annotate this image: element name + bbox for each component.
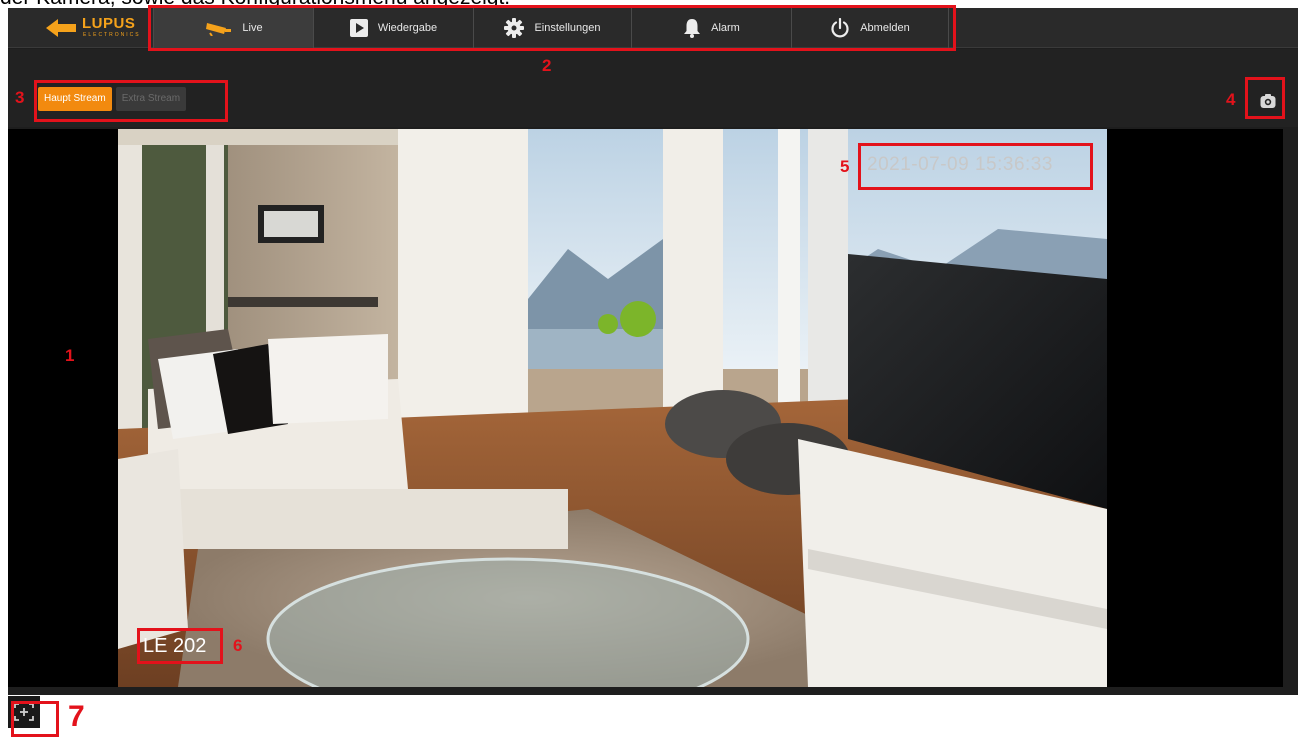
top-navigation-bar: LUPUS ELECTRONICS Live Wiedergabe Einste… <box>8 8 1298 48</box>
bell-icon <box>683 18 701 38</box>
live-view-area[interactable] <box>8 129 1283 687</box>
stream-toolbar: Haupt Stream Extra Stream <box>8 49 1298 127</box>
live-video-feed[interactable] <box>118 129 1107 687</box>
video-timestamp-overlay: 2021-07-09 15:36:33 <box>867 154 1053 175</box>
stream-selector: Haupt Stream Extra Stream <box>38 87 187 111</box>
snapshot-button[interactable] <box>1260 93 1276 109</box>
gear-icon <box>504 18 525 38</box>
camera-icon <box>1260 94 1276 108</box>
camera-name-overlay: LE 202 <box>143 635 207 657</box>
lupus-logo-icon <box>46 19 76 37</box>
annotation-label-7: 7 <box>68 700 85 733</box>
nav-abmelden[interactable]: Abmelden <box>791 8 949 48</box>
main-nav: Live Wiedergabe Einstellungen Alarm Abme… <box>153 8 949 48</box>
extra-stream-button[interactable]: Extra Stream <box>115 87 187 111</box>
screenshot: der Kamera, sowie das Konfigurationsmenü… <box>0 0 1300 737</box>
play-icon <box>349 19 368 37</box>
brand-tagline: ELECTRONICS <box>83 32 141 38</box>
nav-alarm[interactable]: Alarm <box>631 8 791 48</box>
nav-einstellungen[interactable]: Einstellungen <box>473 8 631 48</box>
video-frame-image <box>118 129 1107 687</box>
nav-alarm-label: Alarm <box>711 22 740 34</box>
annotation-label-4: 4 <box>1226 90 1236 109</box>
brand-name: LUPUS <box>82 15 136 32</box>
brand-logo: LUPUS ELECTRONICS <box>44 15 154 41</box>
camera-web-app: LUPUS ELECTRONICS Live Wiedergabe Einste… <box>8 8 1298 695</box>
nav-abmelden-label: Abmelden <box>860 22 910 34</box>
power-icon <box>830 18 850 38</box>
cctv-camera-icon <box>204 20 232 36</box>
nav-live-label: Live <box>242 22 263 34</box>
annotation-label-1: 1 <box>65 346 75 365</box>
nav-wiedergabe-label: Wiedergabe <box>377 22 438 34</box>
annotation-label-5: 5 <box>840 157 850 176</box>
fullscreen-icon <box>14 703 34 721</box>
main-stream-button[interactable]: Haupt Stream <box>38 87 112 111</box>
nav-einstellungen-label: Einstellungen <box>534 22 601 34</box>
video-bottom-strip <box>8 687 1298 695</box>
nav-wiedergabe[interactable]: Wiedergabe <box>313 8 473 48</box>
nav-live[interactable]: Live <box>153 8 313 48</box>
annotation-label-6: 6 <box>233 636 243 655</box>
fullscreen-button[interactable] <box>8 696 40 728</box>
annotation-label-2: 2 <box>542 56 552 75</box>
annotation-label-3: 3 <box>15 88 25 107</box>
